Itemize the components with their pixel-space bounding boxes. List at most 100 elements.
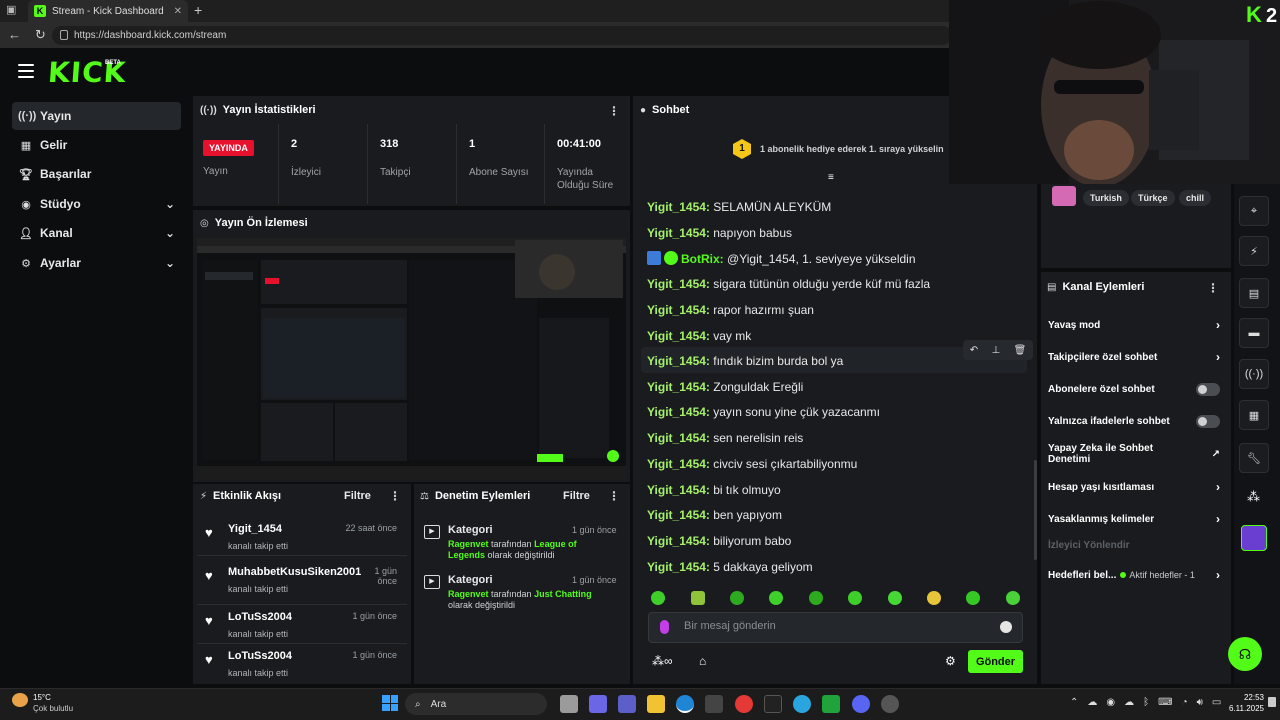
- activity-filter-button[interactable]: Filtre: [344, 490, 371, 502]
- undo-icon[interactable]: ↶: [970, 345, 978, 356]
- file-explorer-icon[interactable]: [647, 695, 665, 713]
- action-emote-only[interactable]: Yalnızca ifadelerle sohbet: [1048, 415, 1220, 428]
- sidebar-item-kanal[interactable]: 👤︎ Kanal ⌄: [12, 219, 181, 247]
- flash-icon[interactable]: ⚡︎: [1239, 236, 1269, 266]
- emote-icon[interactable]: [809, 591, 823, 605]
- mod-target[interactable]: Just Chatting: [534, 589, 592, 599]
- gift-prompt[interactable]: 1 abonelik hediye ederek 1. sıraya yükse…: [760, 144, 944, 154]
- chat-user[interactable]: Yigit_1454:: [647, 354, 710, 368]
- event-user[interactable]: LoTuSs2004: [228, 611, 292, 623]
- task-view-icon[interactable]: [560, 695, 578, 713]
- emote-icon[interactable]: [730, 591, 744, 605]
- capcut-icon[interactable]: [764, 695, 782, 713]
- emote-icon[interactable]: [691, 591, 705, 605]
- copilot-icon[interactable]: [589, 695, 607, 713]
- sidebar-item-yayin[interactable]: ((·)) Yayın: [12, 102, 181, 130]
- tag[interactable]: Türkçe: [1131, 190, 1175, 206]
- emote-icon[interactable]: [769, 591, 783, 605]
- send-button[interactable]: Gönder: [968, 650, 1023, 673]
- support-icon[interactable]: ☊: [1228, 637, 1262, 671]
- wrench-icon[interactable]: 🔧︎: [1239, 443, 1269, 473]
- notification-icon[interactable]: [1268, 697, 1276, 707]
- clip-icon[interactable]: [1241, 525, 1267, 551]
- taskbar-search[interactable]: ⌕ Ara: [405, 693, 547, 715]
- microphone-icon[interactable]: [660, 620, 669, 634]
- chat-scrollbar[interactable]: [1034, 460, 1037, 560]
- emote-icon[interactable]: [848, 591, 862, 605]
- notes-icon[interactable]: ▤: [1239, 278, 1269, 308]
- sidebar-item-basarilar[interactable]: 🏆︎ Başarılar: [12, 160, 181, 188]
- chat-user[interactable]: Yigit_1454:: [647, 226, 710, 240]
- channel-actions-more-icon[interactable]: ⋮: [1207, 281, 1219, 295]
- action-banned-words[interactable]: Yasaklanmış kelimeler ›: [1048, 512, 1220, 526]
- url-field[interactable]: https://dashboard.kick.com/stream: [52, 26, 952, 45]
- teams-icon[interactable]: [618, 695, 636, 713]
- stats-more-icon[interactable]: ⋮: [608, 104, 620, 118]
- new-tab-icon[interactable]: +: [194, 2, 202, 18]
- emote-icon[interactable]: [1006, 591, 1020, 605]
- skype-icon[interactable]: [793, 695, 811, 713]
- points-icon[interactable]: ⁂: [1247, 489, 1260, 505]
- tag[interactable]: Turkish: [1083, 190, 1129, 206]
- subscribers-only-toggle[interactable]: [1196, 383, 1220, 396]
- reload-icon[interactable]: ↻: [35, 27, 46, 43]
- sidebar-item-studyo[interactable]: ◉ Stüdyo ⌄: [12, 190, 181, 218]
- obs-app-icon[interactable]: [881, 695, 899, 713]
- chat-user[interactable]: Yigit_1454:: [647, 483, 710, 497]
- clock-time[interactable]: 22:53: [1228, 693, 1264, 702]
- chat-user[interactable]: BotRix:: [681, 252, 724, 266]
- chat-user[interactable]: Yigit_1454:: [647, 431, 710, 445]
- event-user[interactable]: LoTuSs2004: [228, 650, 292, 662]
- pinned-toggle-icon[interactable]: ≡: [828, 172, 834, 183]
- tray-app-icon[interactable]: ☁: [1087, 697, 1097, 708]
- layout-icon[interactable]: ▦: [1239, 400, 1269, 430]
- back-icon[interactable]: ←: [8, 27, 21, 43]
- chat-user[interactable]: Yigit_1454:: [647, 303, 710, 317]
- pin-icon[interactable]: ⊥: [991, 345, 1000, 356]
- tag[interactable]: chill: [1179, 190, 1212, 206]
- action-goals[interactable]: Hedefleri bel... Aktif hedefler - 1 ›: [1048, 568, 1220, 582]
- tray-app-icon[interactable]: ◉: [1106, 697, 1115, 708]
- volume-icon[interactable]: 🔊︎: [1197, 697, 1203, 708]
- emote-icon[interactable]: [888, 591, 902, 605]
- action-followers-only[interactable]: Takipçilere özel sohbet ›: [1048, 350, 1220, 364]
- trash-icon[interactable]: 🗑︎: [1014, 345, 1027, 356]
- kick-points-icon[interactable]: ⁂∞: [652, 654, 673, 668]
- mod-user[interactable]: Ragenvet: [448, 539, 489, 549]
- emote-icon[interactable]: [927, 591, 941, 605]
- sidebar-item-ayarlar[interactable]: ⚙ Ayarlar ⌄: [12, 249, 181, 277]
- chat-settings-icon[interactable]: ⚙: [945, 654, 956, 668]
- moderation-filter-button[interactable]: Filtre: [563, 490, 590, 502]
- mod-user[interactable]: Ragenvet: [448, 589, 489, 599]
- tray-app-icon[interactable]: ☁: [1124, 697, 1134, 708]
- chevron-up-icon[interactable]: ⌃: [1070, 697, 1078, 708]
- xbox-icon[interactable]: [822, 695, 840, 713]
- chat-user[interactable]: Yigit_1454:: [647, 560, 710, 574]
- chat-user[interactable]: Yigit_1454:: [647, 508, 710, 522]
- browser-tab[interactable]: K Stream - Kick Dashboard ✕: [28, 0, 188, 22]
- chat-user[interactable]: Yigit_1454:: [647, 329, 710, 343]
- chat-user[interactable]: Yigit_1454:: [647, 380, 710, 394]
- emoji-icon[interactable]: [1000, 621, 1012, 633]
- store-icon[interactable]: ⌂: [699, 654, 706, 668]
- stream-preview[interactable]: [197, 238, 626, 480]
- emote-icon[interactable]: [966, 591, 980, 605]
- opera-icon[interactable]: [735, 695, 753, 713]
- moderation-more-icon[interactable]: ⋮: [608, 489, 620, 503]
- menu-icon[interactable]: [18, 64, 34, 78]
- broadcast-rail-icon[interactable]: ((·)): [1239, 359, 1269, 389]
- tab-menu-icon[interactable]: ▣: [6, 3, 16, 16]
- action-ai-moderation[interactable]: Yapay Zeka ile Sohbet Denetimi ↗: [1048, 443, 1220, 465]
- close-tab-icon[interactable]: ✕: [174, 6, 182, 17]
- edge-icon[interactable]: [676, 695, 694, 713]
- bluetooth-icon[interactable]: ᛒ: [1143, 697, 1149, 708]
- wifi-tray-icon[interactable]: ◔: [1182, 697, 1188, 708]
- discord-icon[interactable]: [852, 695, 870, 713]
- emote-only-toggle[interactable]: [1196, 415, 1220, 428]
- chat-bubble-icon[interactable]: ▬: [1239, 318, 1269, 348]
- chat-user[interactable]: Yigit_1454:: [647, 405, 710, 419]
- action-subscribers-only[interactable]: Abonelere özel sohbet: [1048, 383, 1220, 396]
- chat-user[interactable]: Yigit_1454:: [647, 457, 710, 471]
- emote-icon[interactable]: [651, 591, 665, 605]
- activity-more-icon[interactable]: ⋮: [389, 489, 401, 503]
